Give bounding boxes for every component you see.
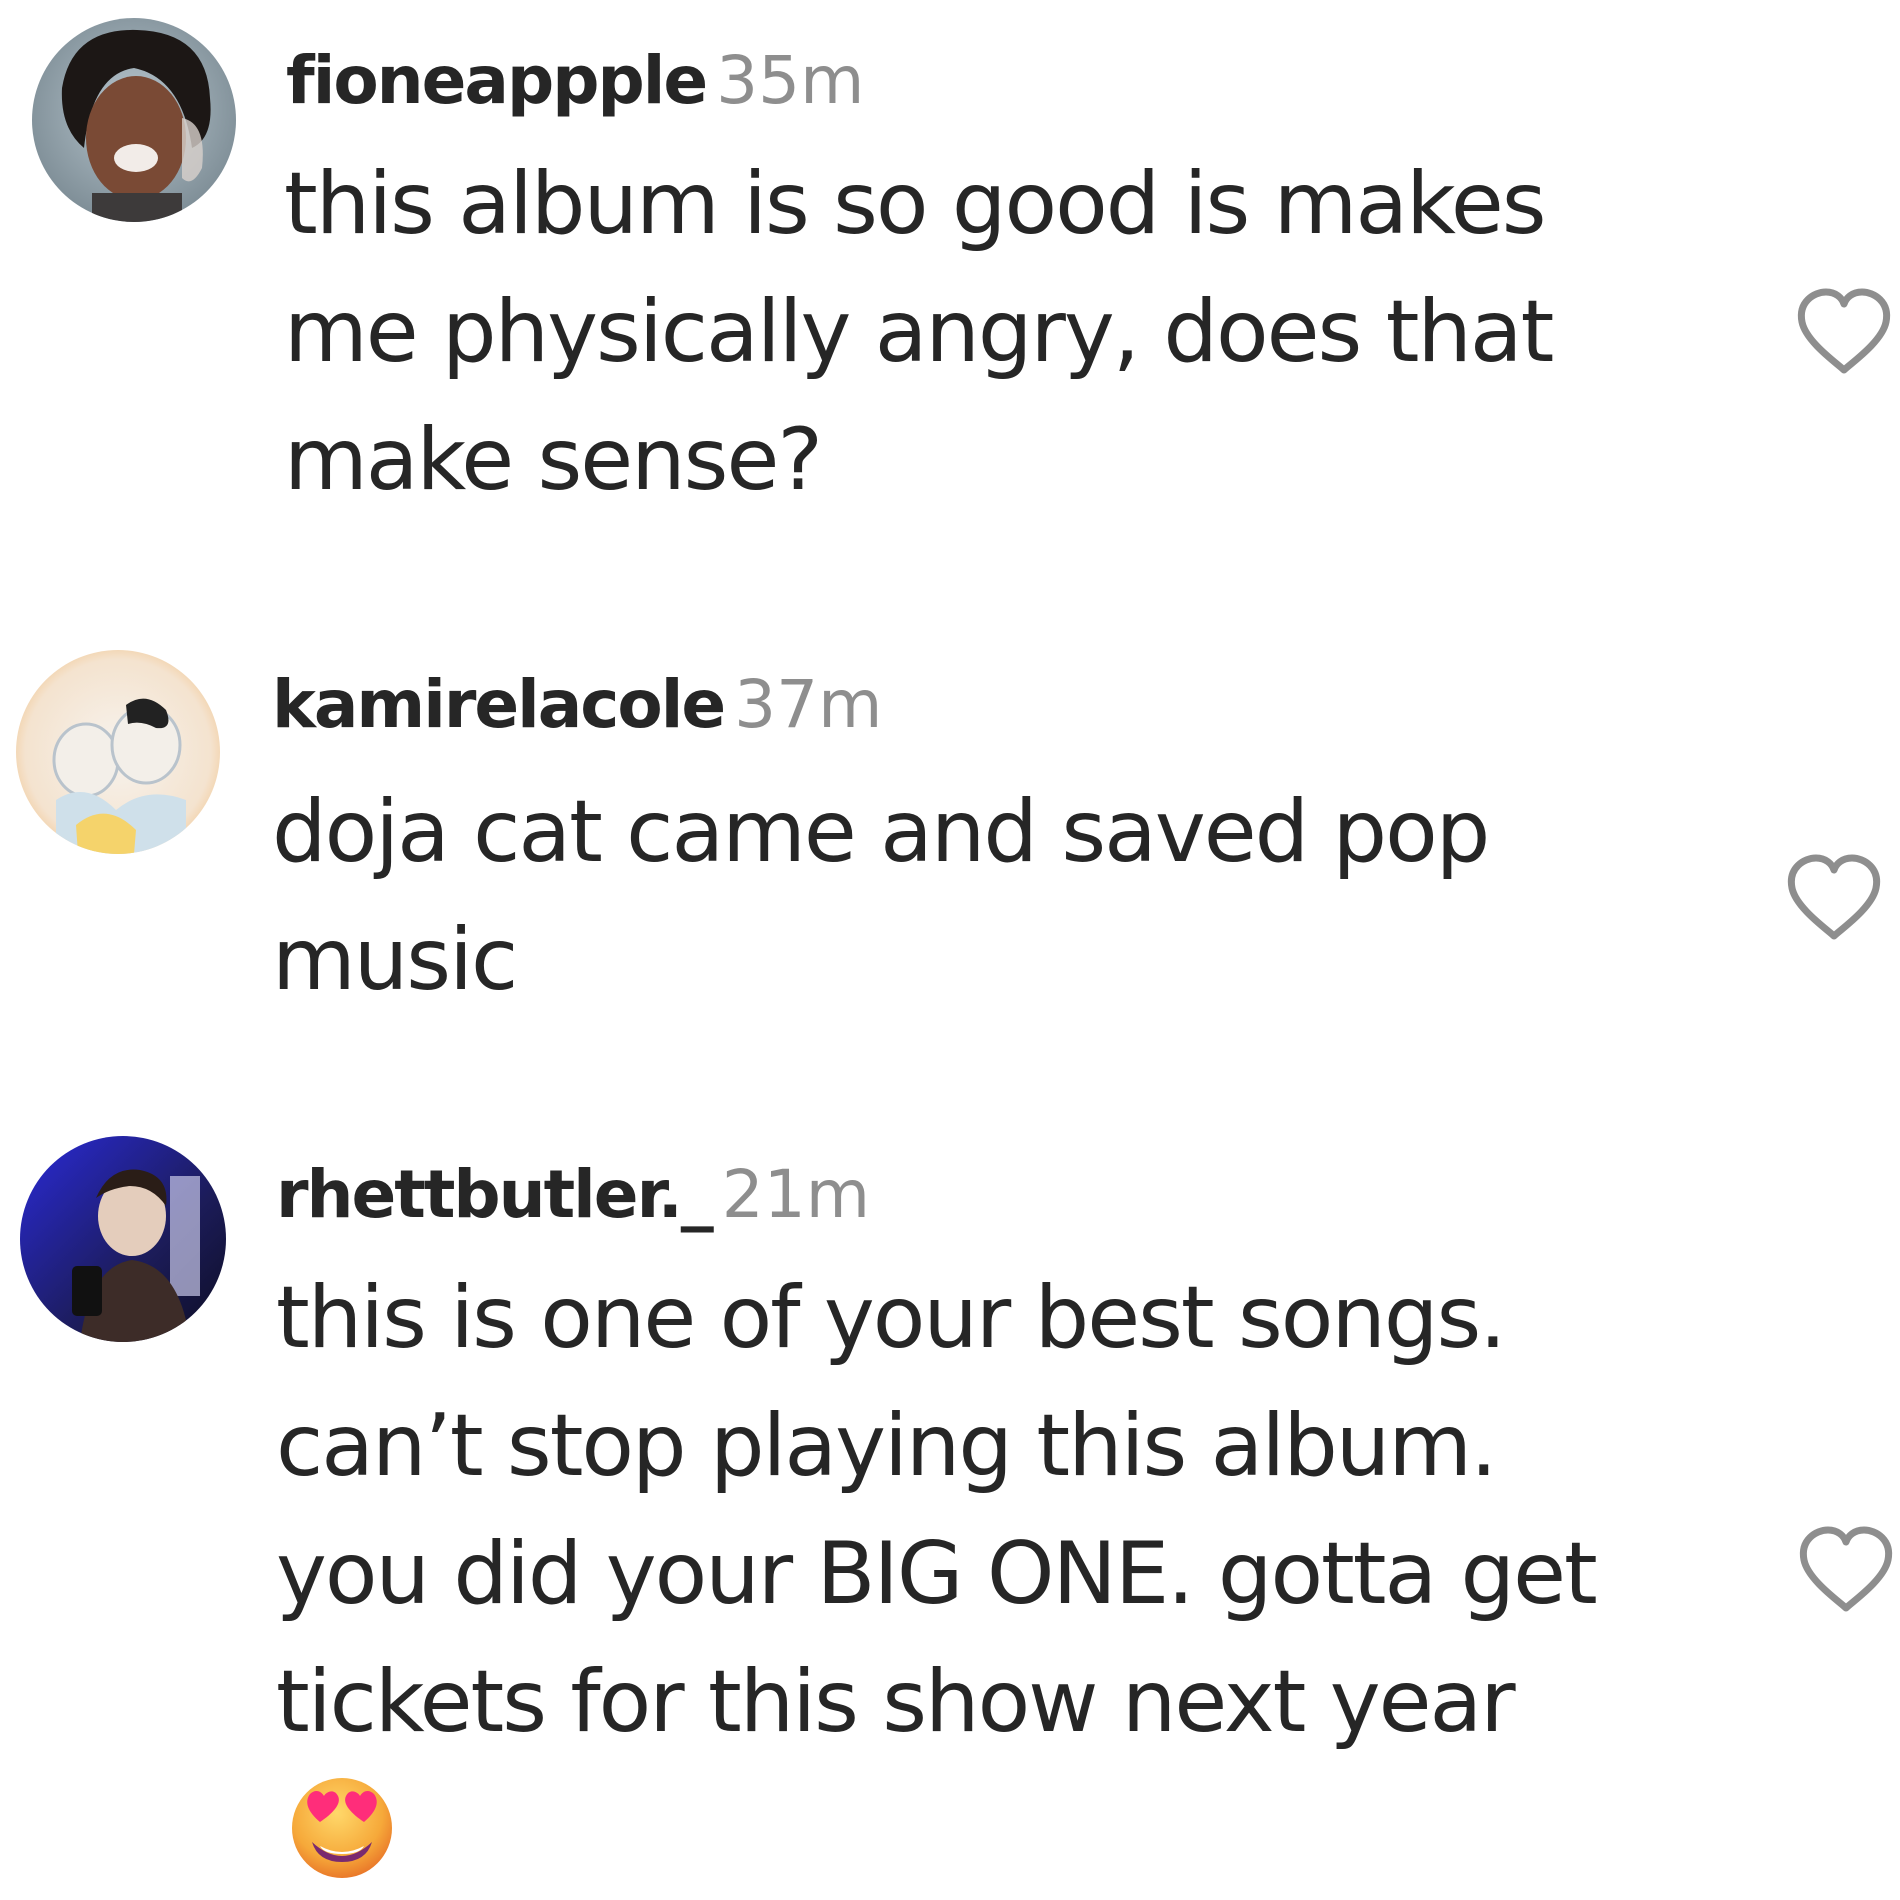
comment-line: tickets for this show next year: [276, 1652, 1516, 1752]
heart-outline-icon[interactable]: [1794, 284, 1894, 384]
avatar[interactable]: [32, 18, 236, 222]
username[interactable]: fioneappple: [286, 42, 708, 119]
heart-outline-icon[interactable]: [1784, 850, 1884, 950]
comment-header: fioneappple 35m: [286, 36, 864, 126]
heart-eyes-emoji-icon: [292, 1778, 392, 1878]
heart-outline-icon[interactable]: [1796, 1522, 1896, 1622]
comment-line: you did your BIG ONE. gotta get: [276, 1524, 1598, 1624]
username[interactable]: rhettbutler._: [276, 1156, 714, 1233]
timestamp[interactable]: 37m: [734, 666, 882, 743]
comment-header: kamirelacole 37m: [272, 660, 882, 750]
comment-line: doja cat came and saved pop: [272, 782, 1490, 882]
username[interactable]: kamirelacole: [272, 666, 726, 743]
comment-line: music: [272, 910, 518, 1010]
comment-line: make sense?: [284, 410, 823, 510]
comment-text: doja cat came and saved pop music: [272, 768, 1802, 1024]
comment-header: rhettbutler._ 21m: [276, 1150, 870, 1240]
comment-line: this is one of your best songs.: [276, 1268, 1507, 1368]
timestamp[interactable]: 35m: [716, 42, 864, 119]
timestamp[interactable]: 21m: [722, 1156, 870, 1233]
avatar[interactable]: [16, 650, 220, 854]
comment-item: fioneappple 35m this album is so good is …: [0, 0, 1900, 560]
comment-text: this album is so good is makes me physic…: [284, 140, 1814, 524]
comment-item: rhettbutler._ 21m this is one of your bes…: [0, 1120, 1900, 1900]
comment-text: this is one of your best songs. can’t st…: [276, 1254, 1806, 1766]
comment-item: kamirelacole 37m doja cat came and saved …: [0, 630, 1900, 1090]
comment-line: this album is so good is makes: [284, 154, 1547, 254]
comment-line: can’t stop playing this album.: [276, 1396, 1497, 1496]
comment-line: me physically angry, does that: [284, 282, 1554, 382]
avatar[interactable]: [20, 1136, 226, 1342]
